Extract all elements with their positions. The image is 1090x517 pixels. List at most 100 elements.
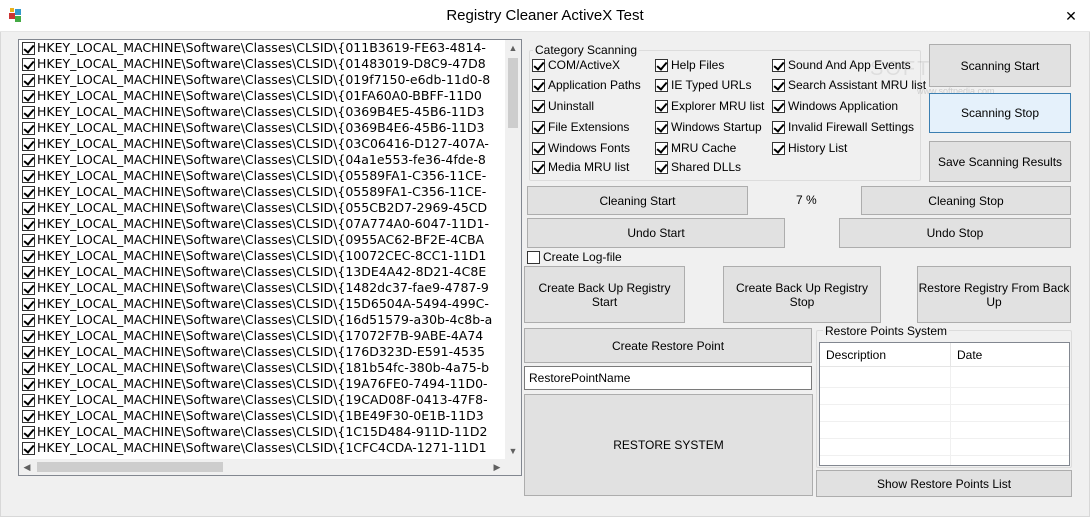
list-item[interactable]: HKEY_LOCAL_MACHINE\Software\Classes\CLSI… [19, 392, 505, 408]
category-option[interactable]: Windows Application [772, 99, 898, 113]
save-scanning-results-button[interactable]: Save Scanning Results [929, 141, 1071, 182]
category-option-checkbox[interactable] [532, 120, 545, 134]
category-option[interactable]: Shared DLLs [655, 160, 741, 174]
list-item-checkbox[interactable] [22, 441, 35, 455]
list-item-checkbox[interactable] [22, 249, 35, 263]
scanning-stop-button[interactable]: Scanning Stop [929, 93, 1071, 133]
list-item[interactable]: HKEY_LOCAL_MACHINE\Software\Classes\CLSI… [19, 328, 505, 344]
list-item-checkbox[interactable] [22, 233, 35, 247]
category-option-checkbox[interactable] [772, 141, 785, 155]
create-log-file-checkbox[interactable]: Create Log-file [527, 250, 622, 264]
list-item[interactable]: HKEY_LOCAL_MACHINE\Software\Classes\CLSI… [19, 280, 505, 296]
category-option[interactable]: Help Files [655, 58, 724, 72]
list-item[interactable]: HKEY_LOCAL_MACHINE\Software\Classes\CLSI… [19, 120, 505, 136]
category-option-checkbox[interactable] [532, 160, 545, 174]
list-item[interactable]: HKEY_LOCAL_MACHINE\Software\Classes\CLSI… [19, 312, 505, 328]
category-option-checkbox[interactable] [772, 78, 785, 92]
category-option[interactable]: MRU Cache [655, 141, 736, 155]
category-option-checkbox[interactable] [772, 99, 785, 113]
list-item-checkbox[interactable] [22, 393, 35, 407]
category-option-checkbox[interactable] [532, 58, 545, 72]
list-item-checkbox[interactable] [22, 265, 35, 279]
vertical-scroll-thumb[interactable] [508, 58, 518, 128]
undo-stop-button[interactable]: Undo Stop [839, 218, 1071, 248]
category-option[interactable]: COM/ActiveX [532, 58, 620, 72]
list-item[interactable]: HKEY_LOCAL_MACHINE\Software\Classes\CLSI… [19, 360, 505, 376]
category-option-checkbox[interactable] [532, 78, 545, 92]
list-item-checkbox[interactable] [22, 185, 35, 199]
category-option[interactable]: Uninstall [532, 99, 594, 113]
horizontal-scroll-thumb[interactable] [37, 462, 223, 472]
vertical-scrollbar[interactable]: ▲ ▼ [505, 40, 521, 459]
list-item-checkbox[interactable] [22, 313, 35, 327]
column-date[interactable]: Date [951, 343, 1071, 367]
list-item[interactable]: HKEY_LOCAL_MACHINE\Software\Classes\CLSI… [19, 184, 505, 200]
list-item-checkbox[interactable] [22, 153, 35, 167]
list-item-checkbox[interactable] [22, 121, 35, 135]
list-item[interactable]: HKEY_LOCAL_MACHINE\Software\Classes\CLSI… [19, 440, 505, 456]
list-item[interactable]: HKEY_LOCAL_MACHINE\Software\Classes\CLSI… [19, 296, 505, 312]
list-item[interactable]: HKEY_LOCAL_MACHINE\Software\Classes\CLSI… [19, 424, 505, 440]
category-option[interactable]: History List [772, 141, 847, 155]
restore-point-name-field[interactable]: RestorePointName [524, 366, 812, 390]
category-option[interactable]: Invalid Firewall Settings [772, 120, 914, 134]
list-item-checkbox[interactable] [22, 409, 35, 423]
scroll-up-icon[interactable]: ▲ [505, 40, 521, 56]
list-item[interactable]: HKEY_LOCAL_MACHINE\Software\Classes\CLSI… [19, 200, 505, 216]
list-item[interactable]: HKEY_LOCAL_MACHINE\Software\Classes\CLSI… [19, 344, 505, 360]
list-item-checkbox[interactable] [22, 89, 35, 103]
list-item-checkbox[interactable] [22, 345, 35, 359]
cleaning-stop-button[interactable]: Cleaning Stop [861, 186, 1071, 215]
list-item[interactable]: HKEY_LOCAL_MACHINE\Software\Classes\CLSI… [19, 40, 505, 56]
category-option[interactable]: File Extensions [532, 120, 629, 134]
list-item[interactable]: HKEY_LOCAL_MACHINE\Software\Classes\CLSI… [19, 376, 505, 392]
category-option-checkbox[interactable] [532, 141, 545, 155]
list-item[interactable]: HKEY_LOCAL_MACHINE\Software\Classes\CLSI… [19, 152, 505, 168]
list-item-checkbox[interactable] [22, 329, 35, 343]
category-option[interactable]: Windows Startup [655, 120, 762, 134]
create-backup-start-button[interactable]: Create Back Up Registry Start [524, 266, 685, 323]
list-item[interactable]: HKEY_LOCAL_MACHINE\Software\Classes\CLSI… [19, 88, 505, 104]
list-item-checkbox[interactable] [22, 281, 35, 295]
scroll-down-icon[interactable]: ▼ [505, 443, 521, 459]
category-option-checkbox[interactable] [532, 99, 545, 113]
category-option-checkbox[interactable] [655, 120, 668, 134]
category-option[interactable]: Windows Fonts [532, 141, 630, 155]
category-option-checkbox[interactable] [655, 78, 668, 92]
list-item[interactable]: HKEY_LOCAL_MACHINE\Software\Classes\CLSI… [19, 232, 505, 248]
list-item-checkbox[interactable] [22, 105, 35, 119]
show-restore-points-button[interactable]: Show Restore Points List [816, 470, 1072, 497]
category-option-checkbox[interactable] [772, 120, 785, 134]
registry-key-list[interactable]: HKEY_LOCAL_MACHINE\Software\Classes\CLSI… [18, 39, 522, 476]
list-item-checkbox[interactable] [22, 169, 35, 183]
category-option-checkbox[interactable] [772, 58, 785, 72]
category-option-checkbox[interactable] [655, 141, 668, 155]
category-option[interactable]: Application Paths [532, 78, 641, 92]
list-item[interactable]: HKEY_LOCAL_MACHINE\Software\Classes\CLSI… [19, 248, 505, 264]
list-item[interactable]: HKEY_LOCAL_MACHINE\Software\Classes\CLSI… [19, 56, 505, 72]
cleaning-start-button[interactable]: Cleaning Start [527, 186, 748, 215]
restore-points-list[interactable]: Description Date [819, 342, 1070, 466]
category-option[interactable]: Explorer MRU list [655, 99, 764, 113]
list-item-checkbox[interactable] [22, 201, 35, 215]
list-item[interactable]: HKEY_LOCAL_MACHINE\Software\Classes\CLSI… [19, 136, 505, 152]
undo-start-button[interactable]: Undo Start [527, 218, 785, 248]
category-option[interactable]: Media MRU list [532, 160, 629, 174]
list-item-checkbox[interactable] [22, 217, 35, 231]
create-restore-point-button[interactable]: Create Restore Point [524, 328, 812, 363]
list-item-checkbox[interactable] [22, 41, 35, 55]
create-backup-stop-button[interactable]: Create Back Up Registry Stop [723, 266, 881, 323]
category-option-checkbox[interactable] [655, 160, 668, 174]
list-item[interactable]: HKEY_LOCAL_MACHINE\Software\Classes\CLSI… [19, 264, 505, 280]
list-item-checkbox[interactable] [22, 297, 35, 311]
restore-from-backup-button[interactable]: Restore Registry From Back Up [917, 266, 1071, 323]
horizontal-scrollbar[interactable]: ◀ ▶ [19, 459, 505, 475]
list-item[interactable]: HKEY_LOCAL_MACHINE\Software\Classes\CLSI… [19, 408, 505, 424]
category-option-checkbox[interactable] [655, 99, 668, 113]
list-item-checkbox[interactable] [22, 361, 35, 375]
category-option-checkbox[interactable] [655, 58, 668, 72]
create-log-file-check-box[interactable] [527, 250, 540, 264]
list-item-checkbox[interactable] [22, 137, 35, 151]
list-item[interactable]: HKEY_LOCAL_MACHINE\Software\Classes\CLSI… [19, 168, 505, 184]
list-item-checkbox[interactable] [22, 425, 35, 439]
